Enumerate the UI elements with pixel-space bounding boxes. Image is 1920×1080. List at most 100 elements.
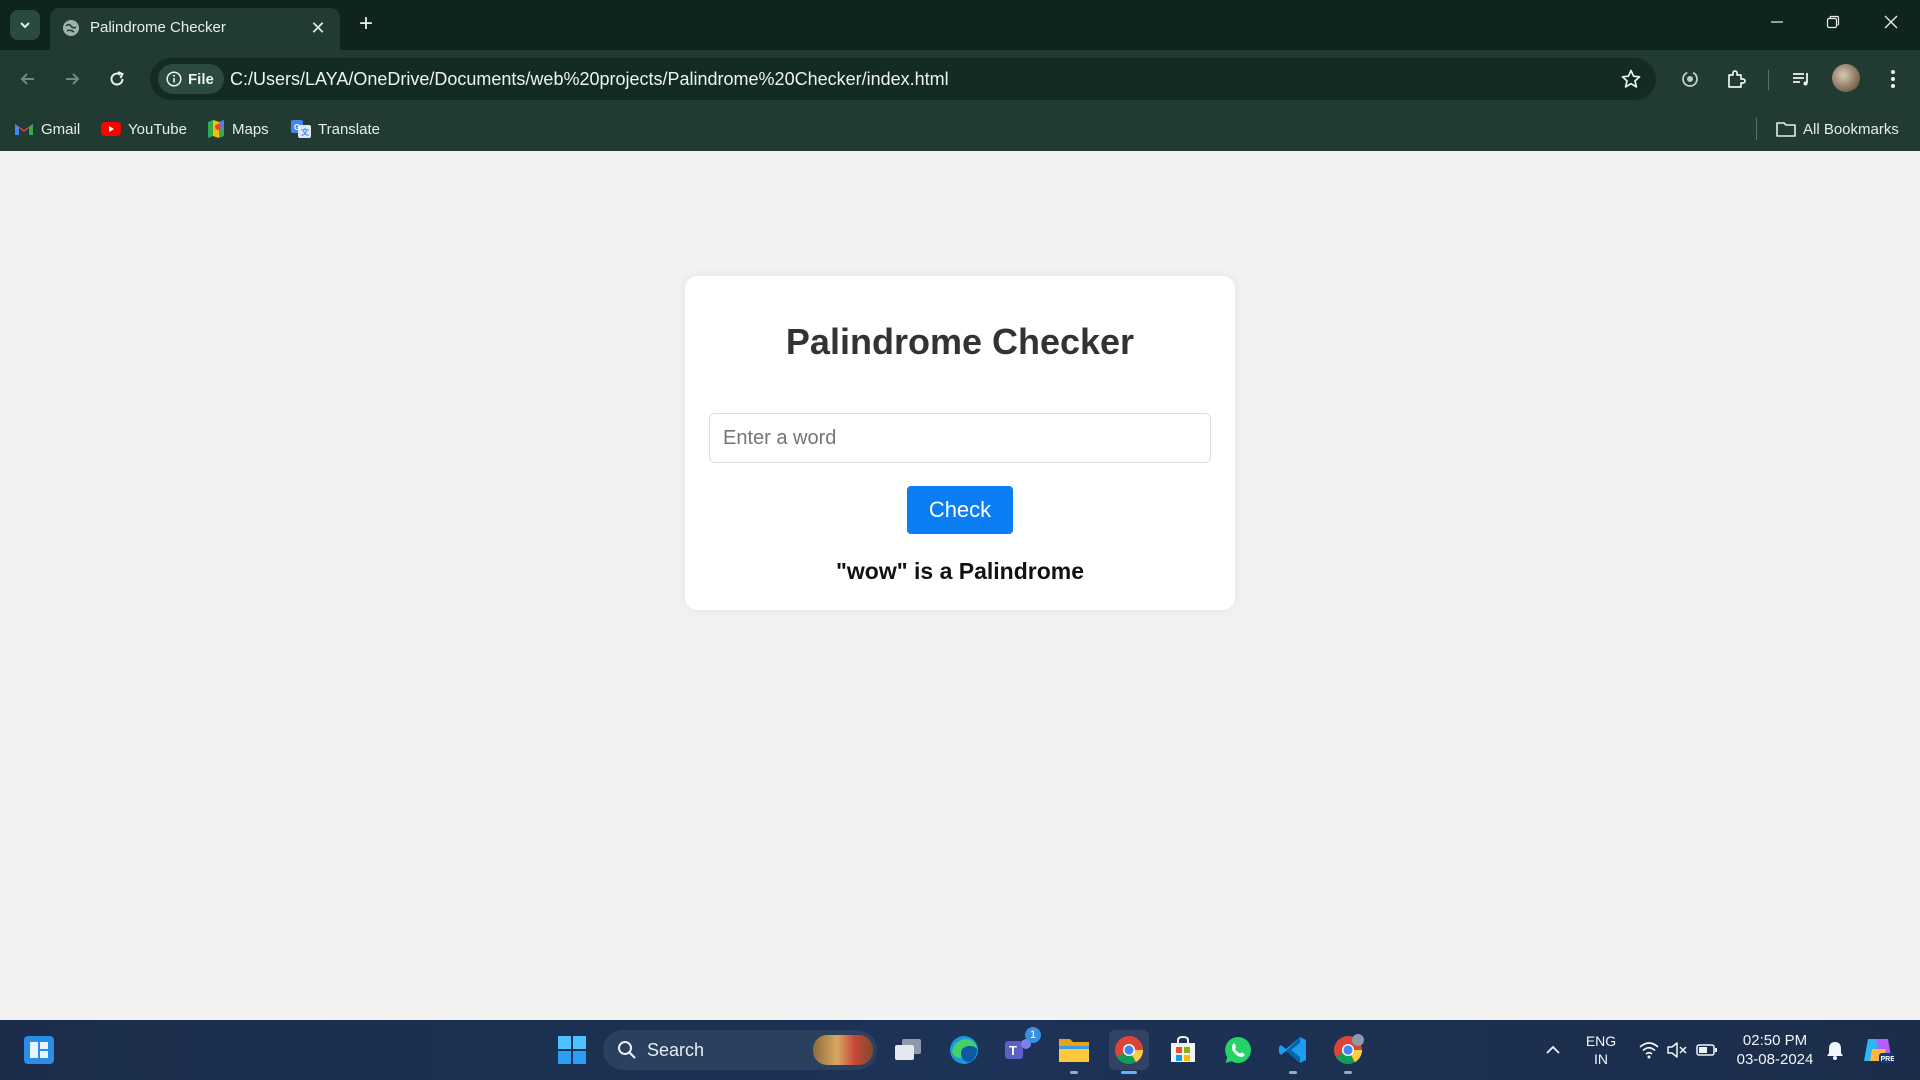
- microsoft-store-app[interactable]: [1163, 1030, 1203, 1070]
- bookmark-star-icon[interactable]: [1620, 68, 1642, 90]
- bookmarks-bar: Gmail YouTube Maps G 文 Translate All Boo…: [0, 108, 1920, 151]
- search-label: Search: [647, 1040, 705, 1060]
- network-status[interactable]: [1638, 1040, 1660, 1060]
- reload-button[interactable]: [102, 64, 132, 94]
- page-title: Palindrome Checker: [785, 321, 1135, 362]
- page-viewport: Palindrome Checker Check "wow" is a Pali…: [0, 151, 1920, 1020]
- bookmark-maps[interactable]: Maps: [207, 116, 269, 142]
- language-code: ENG: [1585, 1033, 1617, 1049]
- chrome-icon: [1115, 1036, 1143, 1064]
- running-indicator: [1070, 1071, 1078, 1074]
- back-button[interactable]: [13, 64, 43, 94]
- info-icon: [166, 71, 182, 87]
- result-message: "wow" is a Palindrome: [835, 558, 1085, 584]
- tab-search-button[interactable]: [10, 10, 40, 40]
- bookmark-youtube[interactable]: YouTube: [101, 116, 187, 142]
- reload-icon: [110, 71, 124, 86]
- restore-icon: [1826, 15, 1840, 29]
- volume-status[interactable]: [1666, 1040, 1688, 1060]
- word-input[interactable]: [709, 413, 1211, 463]
- bookmark-label: Maps: [232, 120, 269, 138]
- close-tab-icon[interactable]: ✕: [308, 18, 328, 38]
- vscode-app[interactable]: [1273, 1030, 1313, 1074]
- clock-time: 02:50 PM: [1742, 1032, 1808, 1049]
- show-hidden-icons-button[interactable]: [1542, 1040, 1564, 1060]
- extensions-button[interactable]: [1721, 64, 1751, 94]
- svg-text:PRE: PRE: [1881, 1056, 1895, 1063]
- more-vertical-icon: [1891, 70, 1895, 88]
- forward-button[interactable]: [57, 64, 87, 94]
- gmail-icon: [15, 124, 33, 135]
- bookmark-label: Translate: [318, 120, 380, 138]
- browser-menu-button[interactable]: [1878, 64, 1908, 94]
- folder-icon: [1059, 1039, 1089, 1062]
- all-bookmarks-label: All Bookmarks: [1803, 120, 1899, 138]
- wifi-icon: [1639, 1042, 1659, 1059]
- widgets-icon: [30, 1042, 48, 1058]
- palindrome-card: Palindrome Checker Check "wow" is a Pali…: [685, 276, 1235, 610]
- chrome-profile-app[interactable]: [1328, 1030, 1368, 1074]
- notifications-button[interactable]: [1824, 1040, 1846, 1060]
- bookmark-gmail[interactable]: Gmail: [14, 116, 80, 142]
- edge-app[interactable]: [944, 1030, 984, 1070]
- edge-icon: [950, 1036, 978, 1064]
- youtube-icon: [101, 122, 121, 136]
- search-highlight-image: [813, 1035, 873, 1065]
- toolbar-separator: [1768, 70, 1769, 90]
- media-controls-button[interactable]: [1786, 64, 1816, 94]
- language-indicator[interactable]: ENG IN: [1576, 1032, 1626, 1068]
- chrome-icon: [1334, 1034, 1364, 1064]
- url-text[interactable]: C:/Users/LAYA/OneDrive/Documents/web%20p…: [230, 69, 949, 90]
- bookmarks-separator: [1756, 118, 1757, 140]
- file-explorer-app[interactable]: [1054, 1030, 1094, 1074]
- new-tab-button[interactable]: +: [352, 10, 380, 38]
- clock-date: 03-08-2024: [1736, 1051, 1814, 1068]
- running-indicator: [1289, 1071, 1297, 1074]
- browser-toolbar: File C:/Users/LAYA/OneDrive/Documents/we…: [0, 50, 1920, 108]
- running-indicator: [1344, 1071, 1352, 1074]
- address-bar[interactable]: File C:/Users/LAYA/OneDrive/Documents/we…: [150, 58, 1656, 100]
- svg-text:T: T: [1009, 1043, 1017, 1058]
- teams-app[interactable]: T 1: [998, 1027, 1041, 1070]
- svg-text:文: 文: [301, 127, 310, 137]
- battery-icon: [1696, 1044, 1717, 1056]
- bookmark-translate[interactable]: G 文 Translate: [291, 116, 380, 142]
- clock[interactable]: 02:50 PM 03-08-2024: [1730, 1031, 1820, 1069]
- chevron-down-icon: [20, 22, 30, 29]
- folder-icon: [1776, 122, 1796, 137]
- sync-icon: [1682, 71, 1698, 87]
- copilot-button[interactable]: PRE: [1860, 1032, 1896, 1068]
- close-window-button[interactable]: [1868, 10, 1914, 40]
- task-view-button[interactable]: [888, 1030, 928, 1070]
- globe-icon: [63, 20, 79, 36]
- running-indicator: [1121, 1071, 1137, 1074]
- all-bookmarks-button[interactable]: All Bookmarks: [1776, 116, 1899, 142]
- check-button[interactable]: Check: [907, 486, 1013, 534]
- tab-title: Palindrome Checker: [90, 19, 226, 36]
- profile-avatar[interactable]: [1832, 64, 1860, 92]
- store-icon: [1171, 1035, 1195, 1062]
- whatsapp-app[interactable]: [1218, 1030, 1258, 1070]
- widgets-button[interactable]: [24, 1036, 54, 1064]
- site-info-chip[interactable]: File: [158, 64, 224, 94]
- tab-active[interactable]: Palindrome Checker ✕: [50, 8, 340, 50]
- copilot-icon: PRE: [1864, 1039, 1895, 1063]
- maps-icon: [208, 120, 224, 138]
- bookmark-label: YouTube: [128, 120, 187, 138]
- region-code: IN: [1594, 1051, 1608, 1067]
- taskbar-search[interactable]: Search: [603, 1030, 877, 1070]
- site-info-label: File: [188, 70, 214, 88]
- close-icon: [1884, 15, 1898, 29]
- svg-text:G: G: [294, 123, 300, 132]
- start-button[interactable]: [552, 1030, 592, 1070]
- vscode-icon: [1279, 1037, 1306, 1063]
- arrow-left-icon: [20, 73, 34, 85]
- minimize-button[interactable]: [1754, 10, 1800, 40]
- restore-button[interactable]: [1810, 10, 1856, 40]
- search-icon: [618, 1041, 636, 1059]
- chrome-app[interactable]: [1109, 1030, 1149, 1074]
- battery-status[interactable]: [1696, 1040, 1718, 1060]
- notification-badge: 1: [1025, 1027, 1041, 1043]
- sync-button[interactable]: [1675, 64, 1705, 94]
- playlist-icon: [1793, 73, 1808, 86]
